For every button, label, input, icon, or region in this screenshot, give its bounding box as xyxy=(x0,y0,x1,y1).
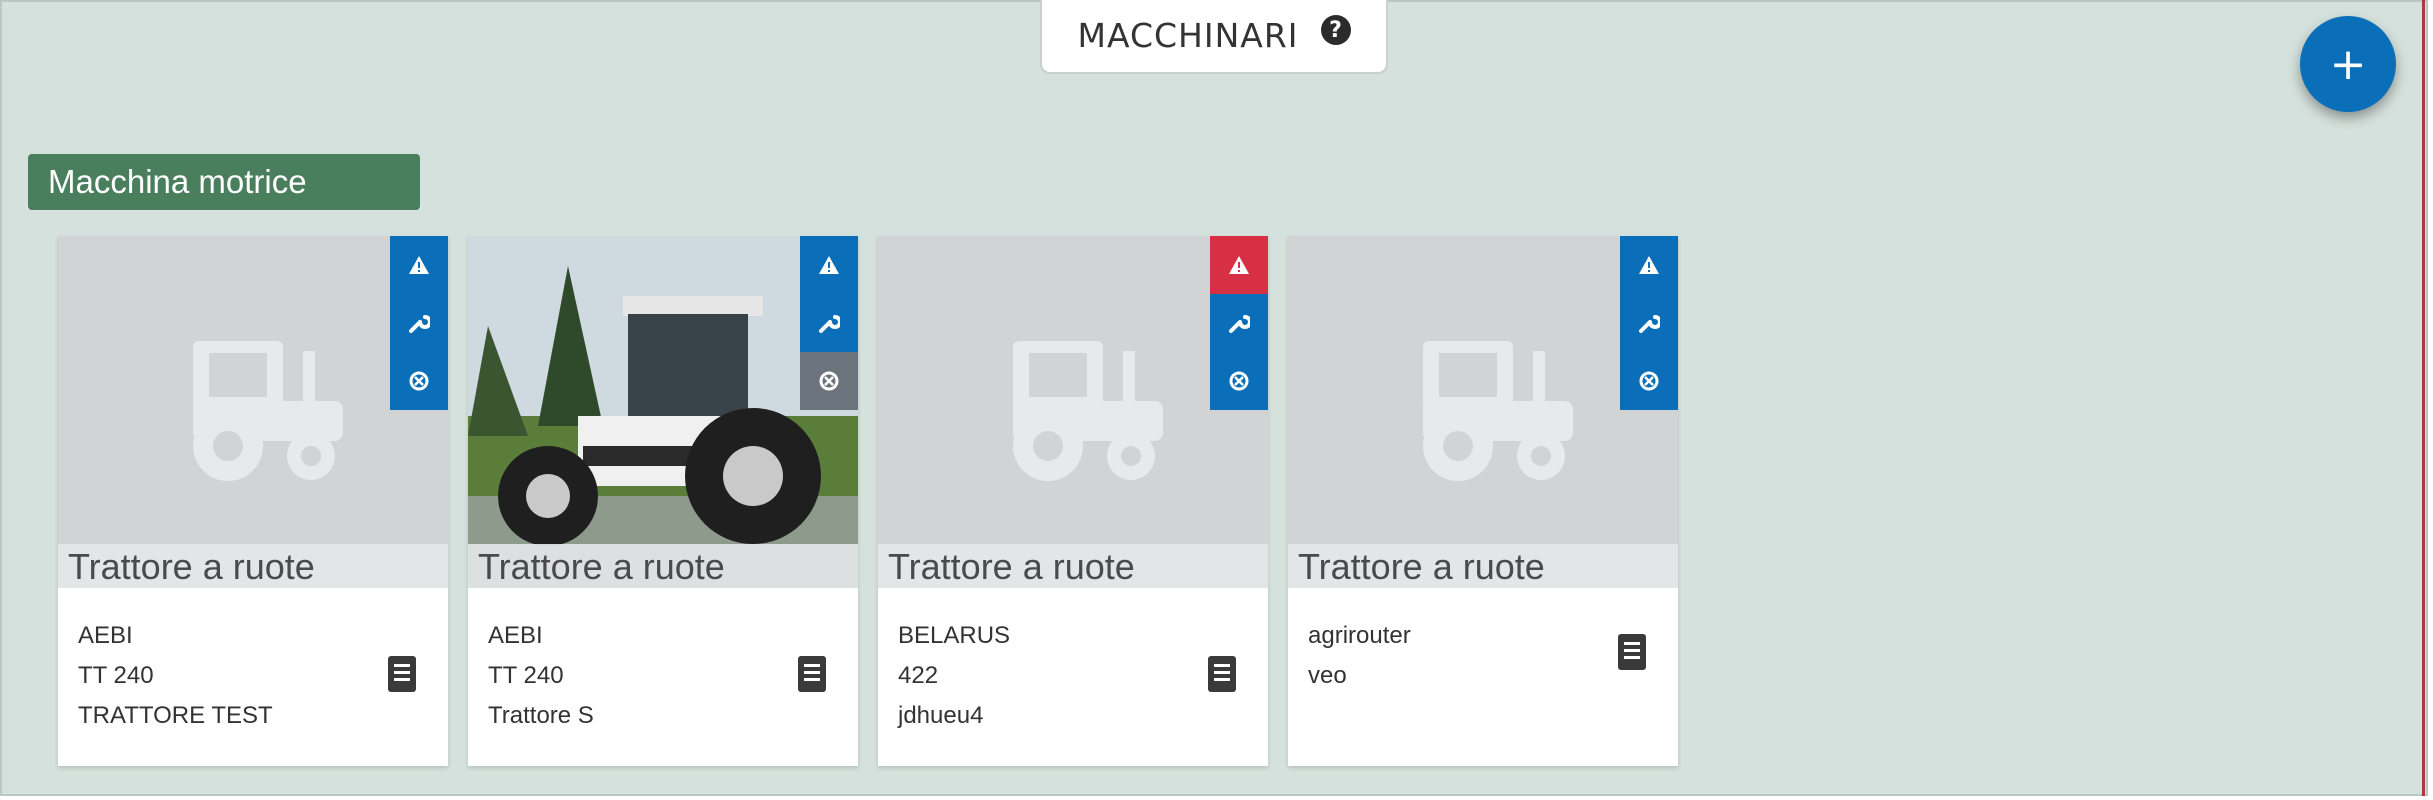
brand-text: AEBI xyxy=(488,622,543,649)
warning-icon[interactable] xyxy=(390,236,448,294)
card-actions xyxy=(800,236,858,410)
card-actions xyxy=(1620,236,1678,410)
machine-type-label: Trattore a ruote xyxy=(888,546,1135,587)
warning-icon[interactable] xyxy=(800,236,858,294)
brand-text: BELARUS xyxy=(898,622,1011,649)
brand-text: agrirouter xyxy=(1308,622,1411,649)
card-media: Trattore a ruote xyxy=(878,236,1268,588)
wrench-icon[interactable] xyxy=(1210,294,1268,352)
model-text: TT 240 xyxy=(488,662,564,689)
machine-type-label: Trattore a ruote xyxy=(68,546,315,587)
tractor-icon xyxy=(1423,341,1573,481)
card-details: AEBI TT 240 Trattore S xyxy=(488,616,594,736)
cancel-circle-icon[interactable] xyxy=(1620,352,1678,410)
name-text: Trattore S xyxy=(488,702,594,729)
card-details: AEBI TT 240 TRATTORE TEST xyxy=(78,616,273,736)
card-details: agrirouter veo xyxy=(1308,616,1411,696)
machine-card[interactable]: Trattore a ruote agrirouter veo xyxy=(1288,236,1678,766)
tractor-icon xyxy=(193,341,343,481)
card-actions xyxy=(1210,236,1268,410)
machine-type-label: Trattore a ruote xyxy=(1298,546,1545,587)
section-title: MACCHINARI xyxy=(1077,15,1299,55)
model-text: 422 xyxy=(898,662,939,689)
document-icon[interactable] xyxy=(1208,656,1236,692)
card-media: Trattore a ruote xyxy=(468,236,858,588)
panel-edge xyxy=(2422,0,2425,796)
add-machine-button[interactable]: + xyxy=(2300,16,2396,112)
brand-text: AEBI xyxy=(78,622,133,649)
section-title-tab: MACCHINARI ? xyxy=(1040,0,1388,74)
tractor-icon xyxy=(1013,341,1163,481)
cancel-circle-icon[interactable] xyxy=(1210,352,1268,410)
machine-card[interactable]: Trattore a ruote AEBI TT 240 Trattore S xyxy=(468,236,858,766)
category-label: Macchina motrice xyxy=(28,154,420,210)
name-text: jdhueu4 xyxy=(898,702,984,729)
model-text: veo xyxy=(1308,662,1347,689)
machine-type-label: Trattore a ruote xyxy=(478,546,725,587)
warning-icon[interactable] xyxy=(1210,236,1268,294)
wrench-icon[interactable] xyxy=(800,294,858,352)
card-media: Trattore a ruote xyxy=(58,236,448,588)
help-icon[interactable]: ? xyxy=(1320,15,1351,45)
wrench-icon[interactable] xyxy=(390,294,448,352)
wrench-icon[interactable] xyxy=(1620,294,1678,352)
warning-icon[interactable] xyxy=(1620,236,1678,294)
document-icon[interactable] xyxy=(798,656,826,692)
document-icon[interactable] xyxy=(1618,634,1646,670)
cancel-circle-icon[interactable] xyxy=(800,352,858,410)
cancel-circle-icon[interactable] xyxy=(390,352,448,410)
card-details: BELARUS 422 jdhueu4 xyxy=(898,616,1010,736)
model-text: TT 240 xyxy=(78,662,154,689)
machine-card[interactable]: Trattore a ruote AEBI TT 240 TRATTORE TE… xyxy=(58,236,448,766)
card-media: Trattore a ruote xyxy=(1288,236,1678,588)
name-text: TRATTORE TEST xyxy=(78,702,273,729)
card-actions xyxy=(390,236,448,410)
machine-card[interactable]: Trattore a ruote BELARUS 422 jdhueu4 xyxy=(878,236,1268,766)
document-icon[interactable] xyxy=(388,656,416,692)
